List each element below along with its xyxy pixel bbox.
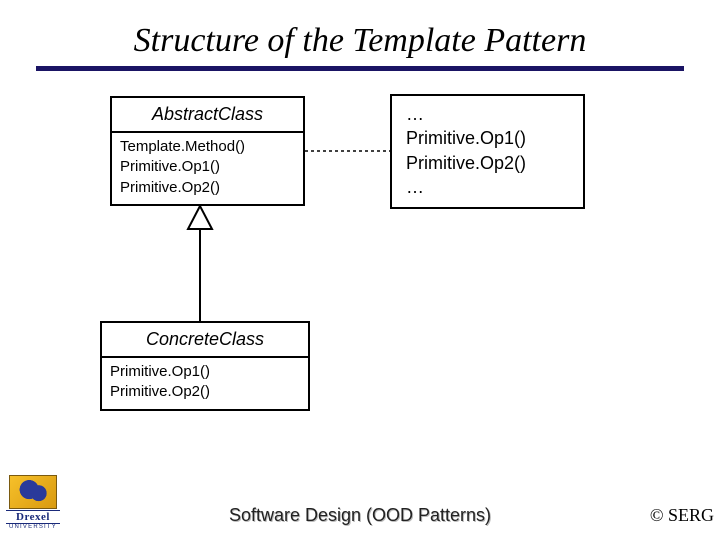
abstract-class-ops: Template.Method() Primitive.Op1() Primit… [112, 133, 303, 204]
abstract-class-name: AbstractClass [112, 98, 303, 133]
concrete-class-name: ConcreteClass [102, 323, 308, 358]
note-box: … Primitive.Op1() Primitive.Op2() … [390, 94, 585, 209]
slide-title: Structure of the Template Pattern [0, 0, 720, 66]
abstract-class-box: AbstractClass Template.Method() Primitiv… [110, 96, 305, 206]
footer: Drexel UNIVERSITY Software Design (OOD P… [0, 492, 720, 532]
concrete-class-box: ConcreteClass Primitive.Op1() Primitive.… [100, 321, 310, 411]
footer-copyright: © SERG [650, 505, 714, 526]
drexel-logo-icon [9, 475, 57, 509]
footer-center-text: Software Design (OOD Patterns) [0, 505, 720, 526]
diagram-canvas: AbstractClass Template.Method() Primitiv… [0, 71, 720, 451]
concrete-class-ops: Primitive.Op1() Primitive.Op2() [102, 358, 308, 409]
